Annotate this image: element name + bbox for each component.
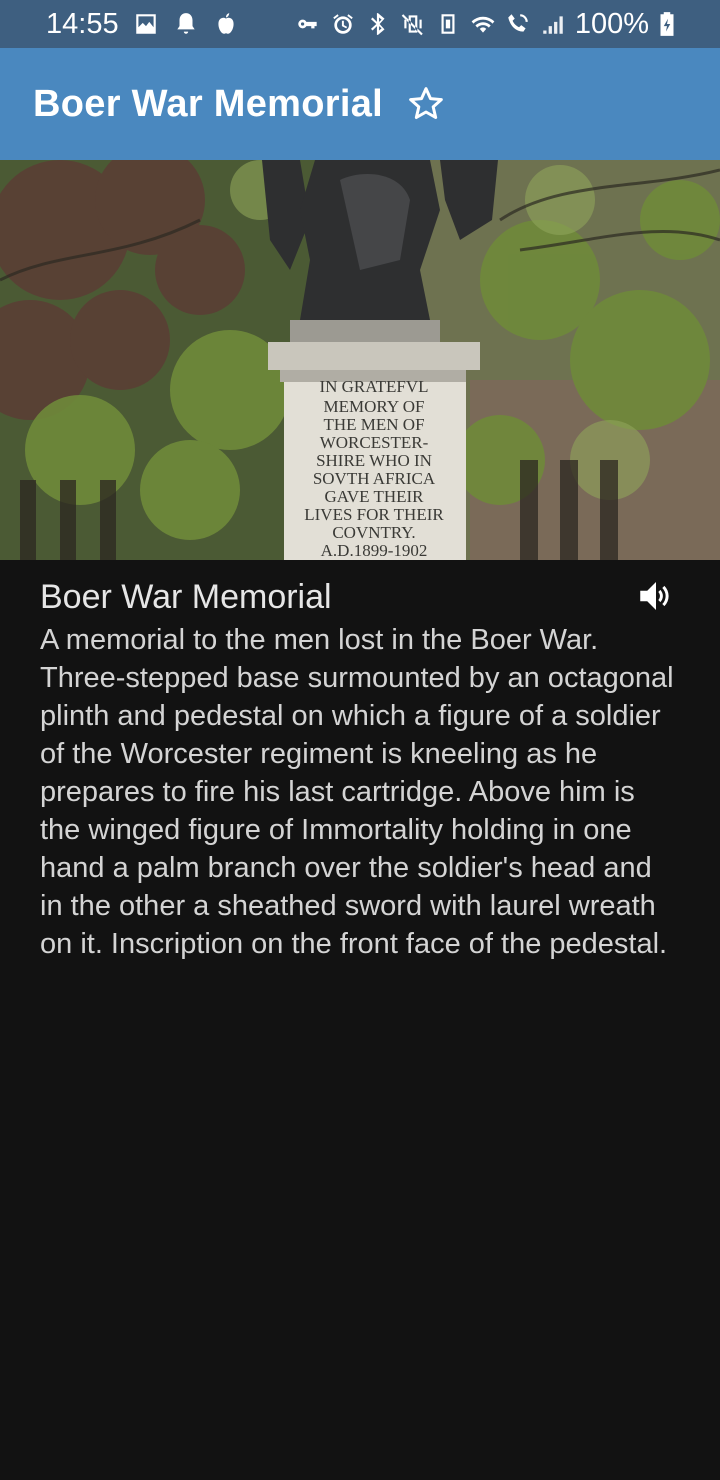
plaque-line: SOVTH AFRICA (313, 469, 436, 488)
plaque-line: IN GRATEFVL (319, 377, 428, 396)
bluetooth-icon (365, 11, 391, 37)
plaque-line: COVNTRY. (332, 523, 415, 542)
plaque-line: LIVES FOR THEIR (304, 505, 444, 524)
plaque-line: WORCESTER- (320, 433, 429, 452)
app-title: Boer War Memorial (33, 82, 383, 125)
wifi-call-icon (505, 11, 531, 37)
status-right: 100% (295, 8, 676, 41)
alarm-icon (330, 11, 356, 37)
bell-icon (173, 11, 199, 37)
volume-icon[interactable] (635, 575, 677, 617)
plaque-line: GAVE THEIR (324, 487, 424, 506)
status-time: 14:55 (46, 7, 119, 40)
plaque-line: SHIRE WHO IN (316, 451, 432, 470)
plaque-line: THE MEN OF (323, 415, 424, 434)
app-bar: Boer War Memorial (0, 48, 720, 160)
memorial-photo: IN GRATEFVL MEMORY OF THE MEN OF WORCEST… (0, 160, 720, 560)
plaque-line: MEMORY OF (324, 397, 425, 416)
apple-icon (213, 11, 239, 37)
status-bar: 14:55 100% (0, 0, 720, 48)
battery-percent: 100% (574, 7, 649, 40)
signal-icon (540, 11, 566, 37)
content-section: Boer War Memorial A memorial to the men … (40, 560, 680, 963)
image-icon (133, 11, 159, 37)
status-left: 14:55 (46, 8, 239, 41)
nfc-icon (435, 11, 461, 37)
battery-charging-icon (658, 11, 676, 37)
content-title: Boer War Memorial (40, 578, 332, 616)
description-text: A memorial to the men lost in the Boer W… (40, 624, 682, 960)
plaque-line: A.D.1899-1902 (321, 541, 428, 560)
mute-vibrate-icon (400, 11, 426, 37)
favorite-star-icon[interactable] (405, 83, 447, 125)
vpn-key-icon (295, 11, 321, 37)
wifi-icon (470, 11, 496, 37)
